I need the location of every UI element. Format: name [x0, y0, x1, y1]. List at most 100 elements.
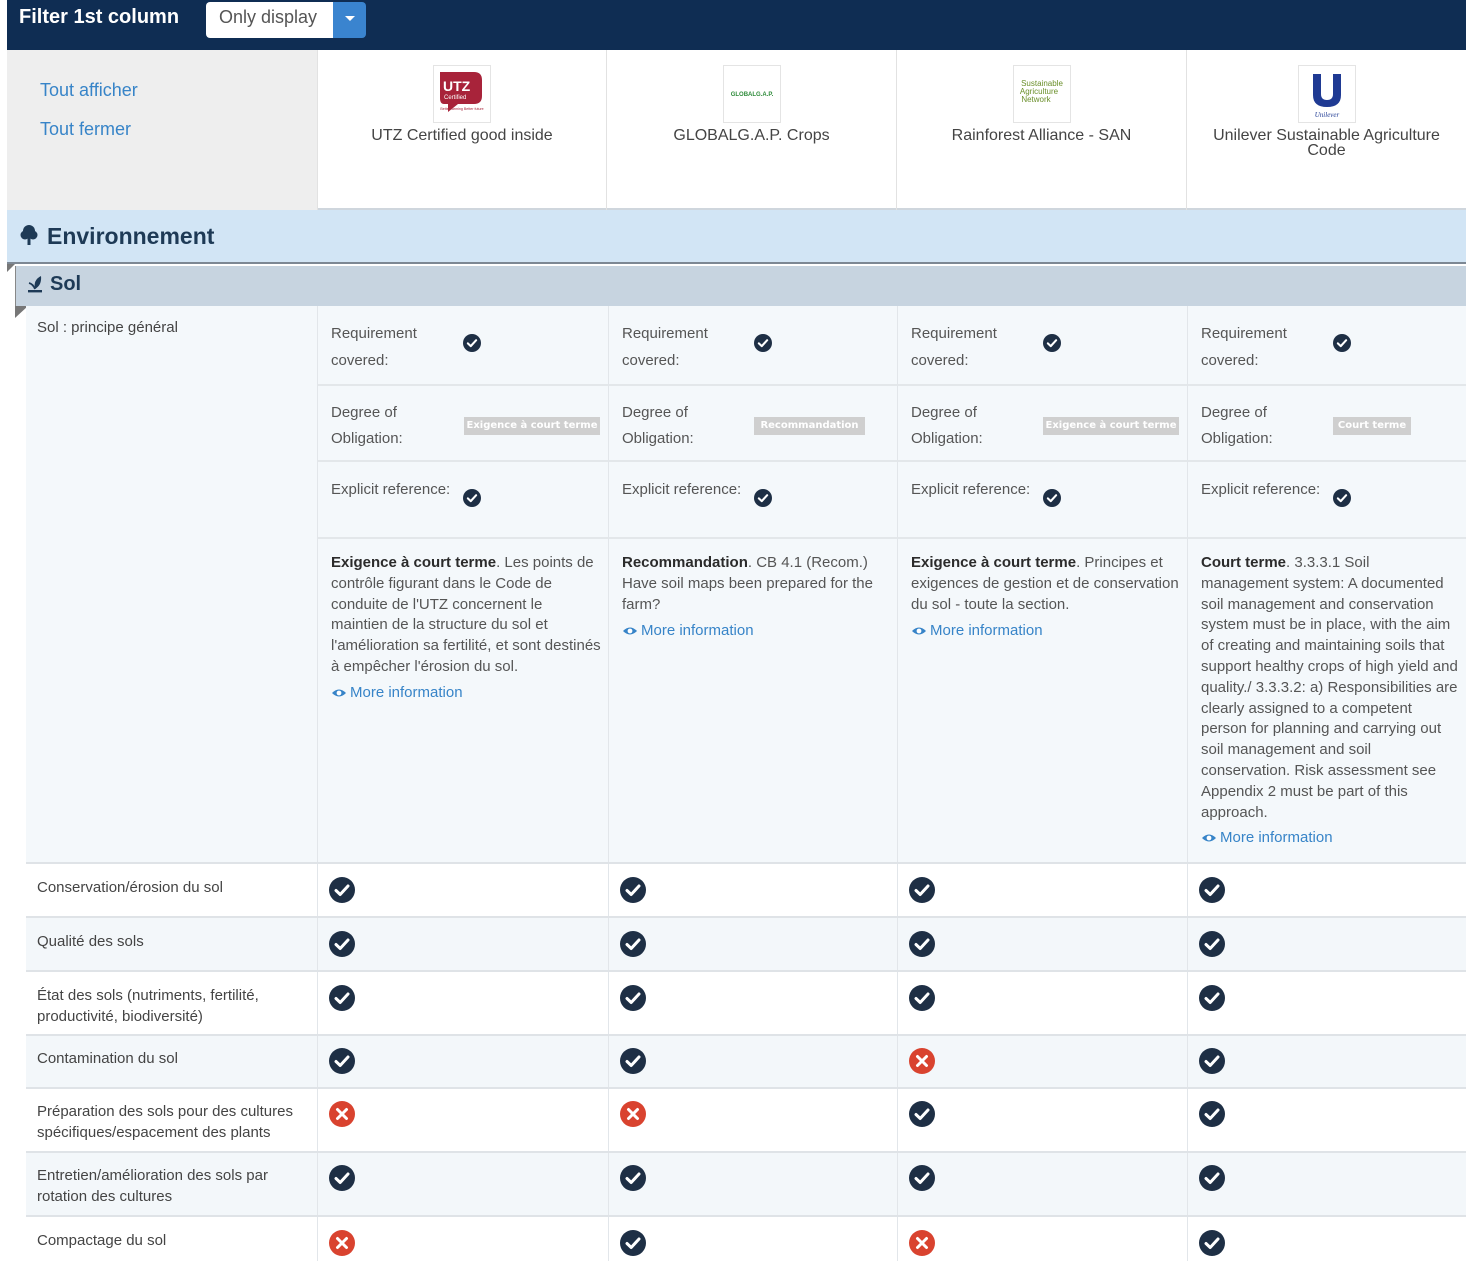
status-cell [317, 972, 608, 1034]
check-icon [909, 877, 935, 907]
section-header-environnement[interactable]: Environnement [7, 210, 1466, 264]
row-label: Préparation des sols pour des cultures s… [37, 1103, 293, 1141]
table-row: Compactage du sol [26, 1215, 1466, 1261]
cross-icon [329, 1101, 355, 1131]
status-cell [1187, 918, 1466, 970]
eye-icon [331, 686, 347, 703]
status-cell [1187, 1089, 1466, 1151]
more-information-label: More information [641, 622, 754, 639]
status-cell [608, 918, 897, 970]
more-information-link[interactable]: More information [622, 622, 754, 641]
filter-dropdown-button[interactable] [333, 2, 366, 38]
detail-row-sol-principe: Sol : principe général Requirement covere… [26, 306, 1466, 863]
detail-column: Requirement covered: Degree of Obligation: C… [1187, 306, 1466, 863]
filter-select[interactable]: Only display [206, 2, 334, 38]
status-cell [608, 1036, 897, 1087]
more-information-link[interactable]: More information [1201, 829, 1333, 848]
degree-obligation-cell: Degree of Obligation: Exigence à court ter… [898, 386, 1187, 462]
obligation-badge: Recommandation [754, 417, 865, 435]
table-row: Préparation des sols pour des cultures s… [26, 1087, 1466, 1151]
requirement-label: Requirement [1201, 325, 1287, 342]
status-cell [317, 1153, 608, 1215]
row-label: Entretien/amélioration des sols par rota… [37, 1167, 268, 1205]
filter-bar: Filter 1st column Only display [7, 0, 1466, 50]
row-label: État des sols (nutriments, fertilité, pr… [37, 987, 259, 1025]
close-all-link[interactable]: Tout fermer [40, 119, 131, 140]
status-cell [897, 1036, 1187, 1087]
degree-label-2: Obligation: [911, 430, 983, 447]
status-cell [897, 1153, 1187, 1215]
check-icon [329, 931, 355, 961]
table-row: Conservation/érosion du sol [26, 862, 1466, 916]
standard-column-globalgap: GLOBALG.A.P. GLOBALG.A.P. Crops [606, 50, 896, 210]
requirement-covered-cell: Requirement covered: [318, 306, 608, 386]
standard-name: UTZ Certified good inside [371, 127, 553, 144]
degree-label-2: Obligation: [331, 430, 403, 447]
check-icon [1199, 931, 1225, 961]
explicit-label: Explicit reference: [911, 481, 1031, 498]
status-cell [897, 972, 1187, 1034]
unilever-logo-icon: Unilever [1297, 65, 1356, 123]
degree-obligation-cell: Degree of Obligation: Recommandation [609, 386, 897, 462]
row-label: Sol : principe général [37, 319, 178, 336]
status-cell [317, 864, 608, 916]
explicit-label: Explicit reference: [1201, 481, 1321, 498]
check-icon [1333, 334, 1351, 356]
more-information-label: More information [930, 622, 1043, 639]
check-icon [329, 877, 355, 907]
svg-text:Network: Network [1021, 95, 1051, 104]
check-icon [329, 1048, 355, 1078]
standard-column-unilever: Unilever Unilever Sustainable Agricultur… [1186, 50, 1466, 210]
degree-obligation-cell: Degree of Obligation: Exigence à court ter… [318, 386, 608, 462]
check-icon [909, 1165, 935, 1195]
degree-obligation-cell: Degree of Obligation: Court terme [1188, 386, 1466, 462]
requirement-label: Requirement [622, 325, 708, 342]
requirement-description: Court terme. 3.3.3.1 Soil management sys… [1201, 553, 1460, 823]
requirement-description: Exigence à court terme. Principes et exi… [911, 553, 1181, 615]
standard-column-utz: UTZ Certified Better farming Better futu… [317, 50, 606, 210]
eye-icon [622, 624, 638, 641]
requirement-description: Recommandation. CB 4.1 (Recom.) Have soi… [622, 553, 891, 615]
requirement-label-2: covered: [1201, 352, 1259, 369]
check-icon [463, 334, 481, 356]
more-information-link[interactable]: More information [911, 622, 1043, 641]
row-label: Qualité des sols [37, 933, 144, 950]
standard-name: Rainforest Alliance - SAN [951, 127, 1132, 144]
check-icon [620, 1048, 646, 1078]
status-cell [317, 1089, 608, 1151]
check-icon [754, 334, 772, 356]
row-label: Compactage du sol [37, 1232, 167, 1249]
table-row: Entretien/amélioration des sols par rota… [26, 1151, 1466, 1215]
check-icon [1199, 985, 1225, 1015]
more-information-link[interactable]: More information [331, 684, 463, 703]
status-cell [317, 1036, 608, 1087]
show-all-link[interactable]: Tout afficher [40, 80, 138, 101]
utz-logo-icon: UTZ Certified Better farming Better futu… [433, 65, 491, 123]
subsection-header-sol[interactable]: Sol [15, 266, 1466, 306]
status-cell [608, 864, 897, 916]
check-icon [329, 985, 355, 1015]
status-cell [317, 1217, 608, 1261]
check-icon [1043, 489, 1061, 511]
standard-name: Unilever Sustainable Agriculture Code [1213, 127, 1440, 159]
check-icon [1199, 1048, 1225, 1078]
description-text: . 3.3.3.1 Soil management system: A docu… [1201, 554, 1458, 821]
degree-label: Degree of [911, 404, 977, 421]
tree-icon [20, 224, 38, 250]
more-information-label: More information [1220, 829, 1333, 846]
requirement-label-2: covered: [622, 352, 680, 369]
status-cell [897, 918, 1187, 970]
detail-column: Requirement covered: Degree of Obligation: R… [608, 306, 897, 863]
requirement-description: Exigence à court terme. Les points de co… [331, 553, 602, 678]
svg-text:Better farming Better future: Better farming Better future [440, 107, 483, 111]
check-icon [909, 985, 935, 1015]
standards-header: Tout afficher Tout fermer UTZ Certified … [7, 50, 1466, 210]
check-icon [620, 1165, 646, 1195]
globalgap-logo-icon: GLOBALG.A.P. [722, 65, 781, 123]
check-icon [620, 985, 646, 1015]
check-icon [1199, 1165, 1225, 1195]
cross-icon [620, 1101, 646, 1131]
status-cell [608, 1089, 897, 1151]
obligation-badge: Exigence à court terme [1043, 417, 1179, 435]
fold-corner [7, 264, 15, 272]
